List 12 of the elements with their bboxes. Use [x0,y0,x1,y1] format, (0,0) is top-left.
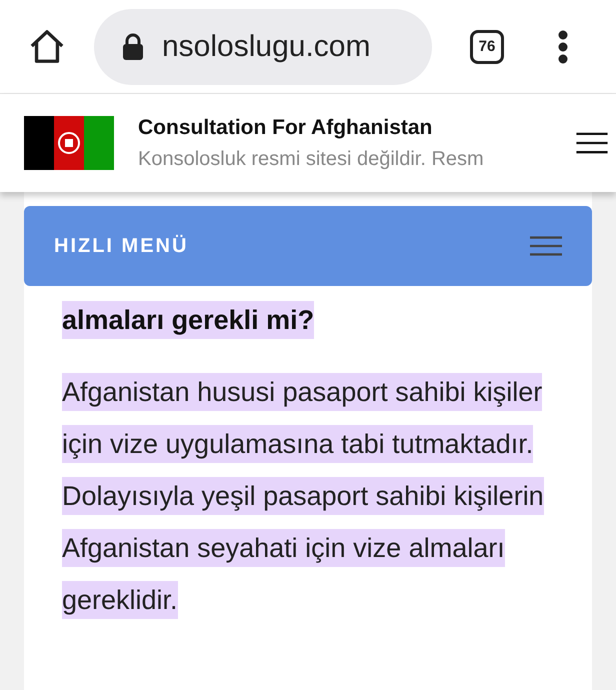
lock-icon [122,32,144,60]
tab-count-button[interactable]: 76 [470,30,504,64]
quick-menu-label: HIZLI MENÜ [54,234,188,258]
flag-icon [24,116,114,170]
address-bar[interactable]: nsoloslugu.com [94,8,432,84]
site-title: Consultation For Afghanistan [138,116,434,140]
menu-icon[interactable] [576,132,608,154]
article-heading: almaları gerekli mi? [62,296,592,344]
home-icon[interactable] [28,28,66,66]
url-text: nsoloslugu.com [162,30,370,64]
more-icon[interactable] [558,30,568,64]
site-subtitle: Konsolosluk resmi sitesi değildir. Resm [138,148,485,170]
